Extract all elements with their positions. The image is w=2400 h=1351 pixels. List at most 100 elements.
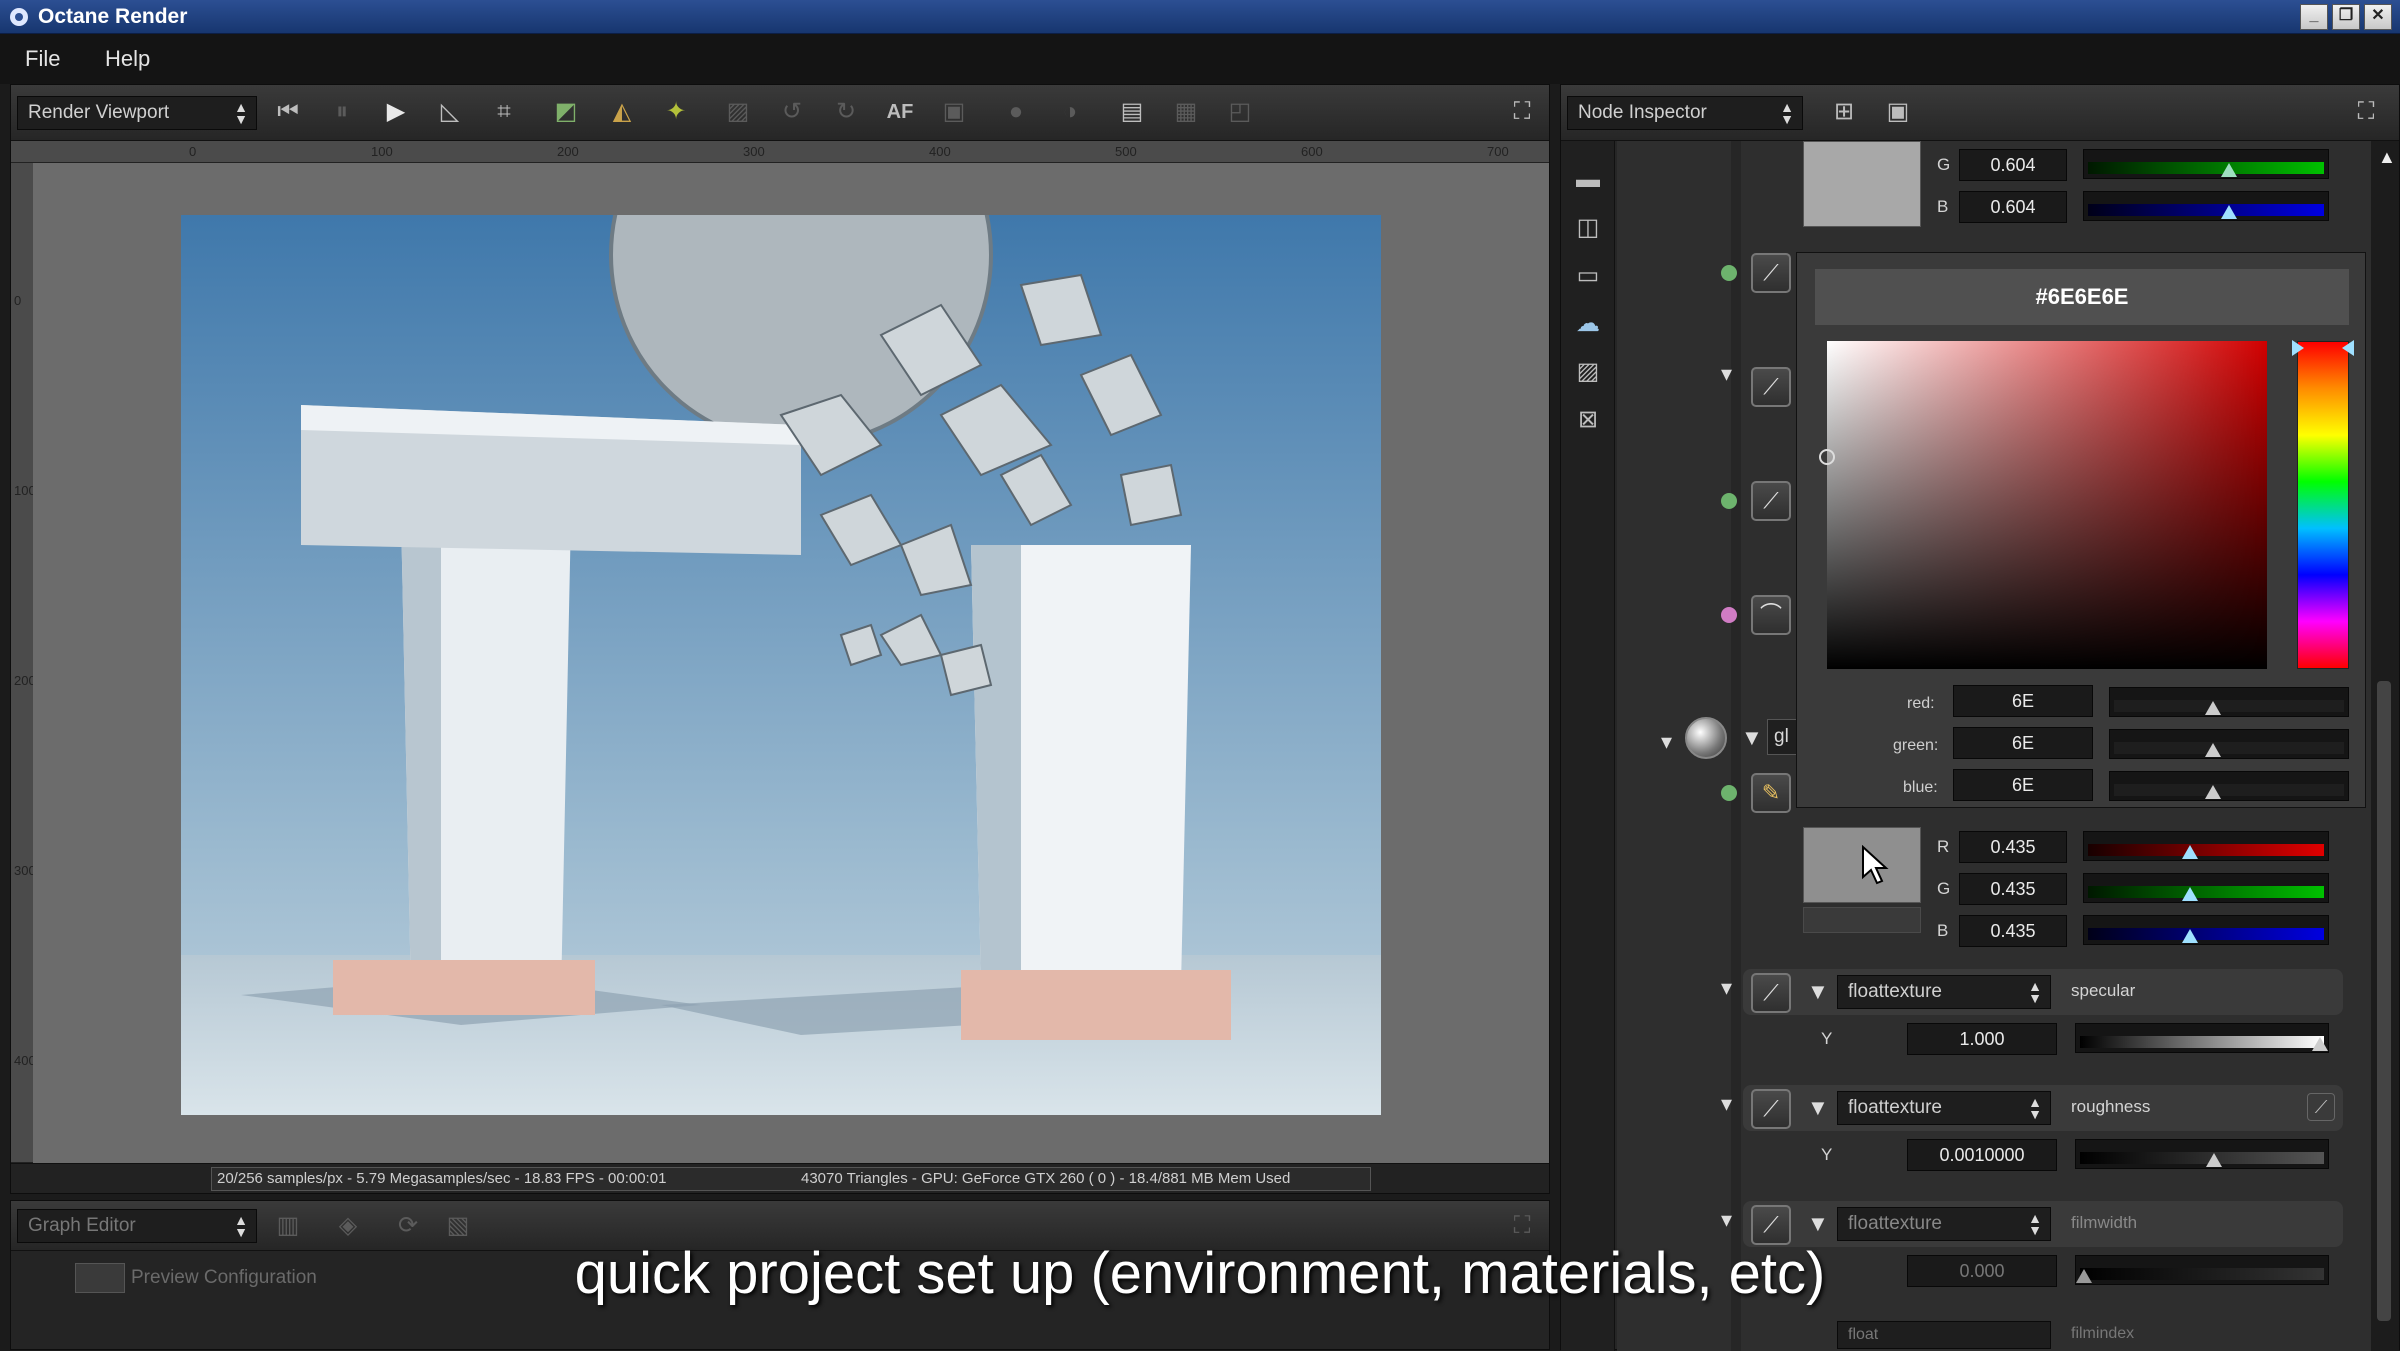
red-slider[interactable] [2109, 687, 2349, 717]
texture-node-button[interactable]: ⟋ [1751, 1205, 1791, 1245]
refresh-graph-icon[interactable]: ⟳ [393, 1211, 423, 1241]
inspector-selector[interactable]: Node Inspector ▲ ▼ [1567, 96, 1803, 130]
diffuse-node-button[interactable]: ✎ [1751, 773, 1791, 813]
color-picker-handle[interactable] [1819, 449, 1835, 465]
expand-arrow-icon[interactable]: ▾ [1721, 1091, 1732, 1117]
g-value-input[interactable]: 0.604 [1959, 149, 2067, 181]
menu-help[interactable]: Help [105, 46, 150, 72]
roughness-type-dropdown[interactable]: floattexture ▲ ▼ [1837, 1091, 2051, 1125]
slider-thumb[interactable] [2205, 1153, 2222, 1167]
slider-thumb[interactable] [2205, 785, 2222, 799]
render-image[interactable] [181, 215, 1381, 1115]
collapse-arrow-icon[interactable]: ▼ [1807, 1211, 1829, 1237]
sphere-a-icon[interactable]: ● [1001, 97, 1031, 127]
lock-icon[interactable]: ▣ [939, 97, 969, 127]
filmindex-type-dropdown[interactable]: float [1837, 1321, 2051, 1349]
slider-thumb[interactable] [2182, 887, 2199, 901]
collapse-all-icon[interactable]: ▣ [1883, 97, 1913, 127]
object-pick-icon[interactable]: ◭ [607, 97, 637, 127]
tree-view-icon[interactable]: ⊞ [1829, 97, 1859, 127]
green-slider[interactable] [2109, 729, 2349, 759]
roughness-value-input[interactable]: 0.0010000 [1907, 1139, 2057, 1171]
region-render-icon[interactable]: ▨ [723, 97, 753, 127]
maximize-panel-icon[interactable]: ⛶ [1507, 1211, 1537, 1241]
focus-pick-icon[interactable]: ⌗ [489, 97, 519, 127]
hue-slider[interactable] [2292, 340, 2354, 669]
texture-node-button[interactable]: ⌒ [1751, 595, 1791, 635]
link-edit-icon[interactable]: ⟋ [2307, 1093, 2335, 1121]
slider-thumb[interactable] [2220, 163, 2237, 177]
texture-node-button[interactable]: ⟋ [1751, 1089, 1791, 1129]
saturation-value-area[interactable] [1819, 341, 2267, 669]
collapse-arrow-icon[interactable]: ▼ [1807, 1095, 1829, 1121]
g-slider[interactable] [2083, 149, 2329, 179]
g-slider[interactable] [2083, 873, 2329, 903]
slider-thumb[interactable] [2312, 1037, 2328, 1051]
render-target-icon[interactable]: ▬ [1573, 165, 1603, 195]
redo-icon[interactable]: ↻ [831, 97, 861, 127]
restore-button[interactable]: ❐ [2332, 4, 2360, 30]
scrollbar-thumb[interactable] [2377, 681, 2391, 1321]
maximize-panel-icon[interactable]: ⛶ [2351, 97, 2381, 127]
slider-thumb[interactable] [2205, 743, 2222, 757]
clay-mode-icon[interactable]: ▦ [1171, 97, 1201, 127]
texture-node-button[interactable]: ⟋ [1751, 253, 1791, 293]
r-value-input[interactable]: 0.435 [1959, 831, 2067, 863]
expand-arrow-icon[interactable]: ▾ [1721, 361, 1732, 387]
material-pick-icon[interactable]: ◩ [551, 97, 581, 127]
slider-thumb[interactable] [2182, 845, 2199, 859]
green-hex-input[interactable]: 6E [1953, 727, 2093, 759]
slider-thumb[interactable] [2182, 929, 2199, 943]
kernel-icon[interactable]: ▭ [1573, 261, 1603, 291]
geometry-icon[interactable]: ⊠ [1573, 405, 1603, 435]
collapse-arrow-icon[interactable]: ▼ [1807, 979, 1829, 1005]
b-value-input[interactable]: 0.604 [1959, 191, 2067, 223]
autofocus-button[interactable]: AF [885, 97, 915, 127]
restart-render-icon[interactable]: ⏮ [273, 97, 303, 127]
camera-icon[interactable]: ◫ [1573, 213, 1603, 243]
pause-icon[interactable]: ⏸ [327, 97, 357, 127]
save-image-icon[interactable]: ▤ [1117, 97, 1147, 127]
blue-slider[interactable] [2109, 771, 2349, 801]
slider-thumb[interactable] [2220, 205, 2237, 219]
roughness-slider[interactable] [2075, 1139, 2329, 1169]
g-value-input[interactable]: 0.435 [1959, 873, 2067, 905]
imager-icon[interactable]: ▨ [1573, 357, 1603, 387]
b-slider[interactable] [2083, 191, 2329, 221]
expand-arrow-icon[interactable]: ▾ [1721, 975, 1732, 1001]
b-value-input[interactable]: 0.435 [1959, 915, 2067, 947]
environment-icon[interactable]: ☁ [1573, 309, 1603, 339]
expand-arrow-icon[interactable]: ▾ [1721, 1207, 1732, 1233]
specular-slider[interactable] [2075, 1023, 2329, 1053]
inspector-scrollbar[interactable]: ▲ [2371, 141, 2399, 1351]
r-slider[interactable] [2083, 831, 2329, 861]
save-graph-icon[interactable]: ◈ [333, 1211, 363, 1241]
red-hex-input[interactable]: 6E [1953, 685, 2093, 717]
subsample-icon[interactable]: ◰ [1225, 97, 1255, 127]
minimize-button[interactable]: _ [2300, 4, 2328, 30]
undo-icon[interactable]: ↺ [777, 97, 807, 127]
collapse-arrow-icon[interactable]: ▼ [1741, 725, 1763, 751]
graph-editor-selector[interactable]: Graph Editor ▲ ▼ [17, 1209, 257, 1243]
sphere-b-icon[interactable]: ◑ [1055, 97, 1085, 127]
color-swatch[interactable] [1803, 141, 1921, 227]
specular-value-input[interactable]: 1.000 [1907, 1023, 2057, 1055]
texture-node-button[interactable]: ⟋ [1751, 481, 1791, 521]
hex-color-field[interactable]: #6E6E6E [1815, 269, 2349, 325]
expand-arrow-icon[interactable]: ▾ [1661, 729, 1672, 755]
filmwidth-type-dropdown[interactable]: floattexture ▲ ▼ [1837, 1207, 2051, 1241]
texture-node-button[interactable]: ⟋ [1751, 973, 1791, 1013]
slider-thumb[interactable] [2205, 701, 2222, 715]
viewport-selector[interactable]: Render Viewport ▲ ▼ [17, 96, 257, 130]
play-icon[interactable]: ▶ [381, 97, 411, 127]
specular-type-dropdown[interactable]: floattexture ▲ ▼ [1837, 975, 2051, 1009]
blue-hex-input[interactable]: 6E [1953, 769, 2093, 801]
white-point-icon[interactable]: ✦ [661, 97, 691, 127]
camera-pick-icon[interactable]: ◺ [435, 97, 465, 127]
menu-file[interactable]: File [25, 46, 60, 72]
material-sphere-icon[interactable] [1685, 717, 1727, 759]
close-button[interactable]: ✕ [2364, 4, 2392, 30]
maximize-panel-icon[interactable]: ⛶ [1507, 97, 1537, 127]
scroll-up-icon[interactable]: ▲ [2378, 147, 2396, 168]
texture-node-button[interactable]: ⟋ [1751, 367, 1791, 407]
